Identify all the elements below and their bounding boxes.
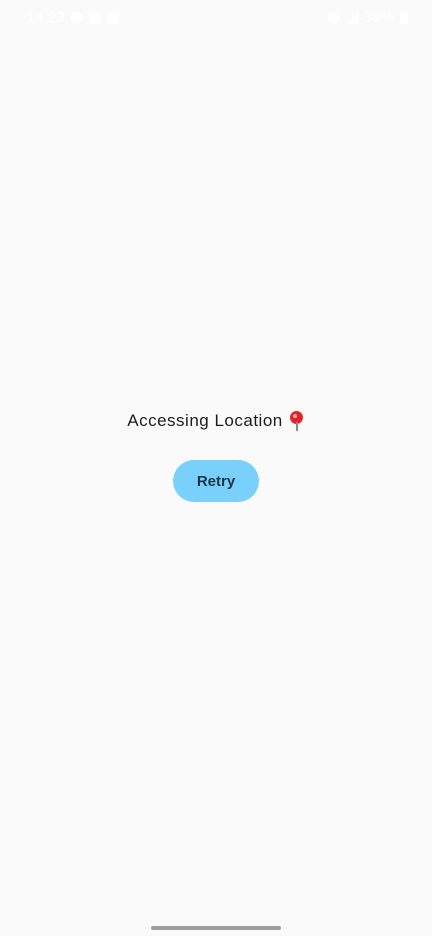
status-bar-right: 39% <box>327 9 408 26</box>
location-status: Accessing Location <box>0 408 432 434</box>
home-indicator[interactable] <box>151 926 281 930</box>
status-bar-left: 14:23 <box>27 9 119 26</box>
status-message-text: Accessing Location <box>127 411 283 430</box>
battery-percent: 39% <box>363 9 394 26</box>
signal-icon <box>345 11 358 24</box>
status-message: Accessing Location <box>127 408 304 434</box>
download-icon <box>106 11 119 24</box>
status-time: 14:23 <box>27 9 65 26</box>
wifi-icon <box>327 11 340 24</box>
status-bar: 14:23 39% <box>0 0 432 34</box>
settings-icon <box>70 11 83 24</box>
image-icon <box>88 11 101 24</box>
round-pushpin-icon <box>289 411 305 431</box>
retry-button[interactable]: Retry <box>173 460 259 502</box>
battery-icon <box>400 11 408 24</box>
